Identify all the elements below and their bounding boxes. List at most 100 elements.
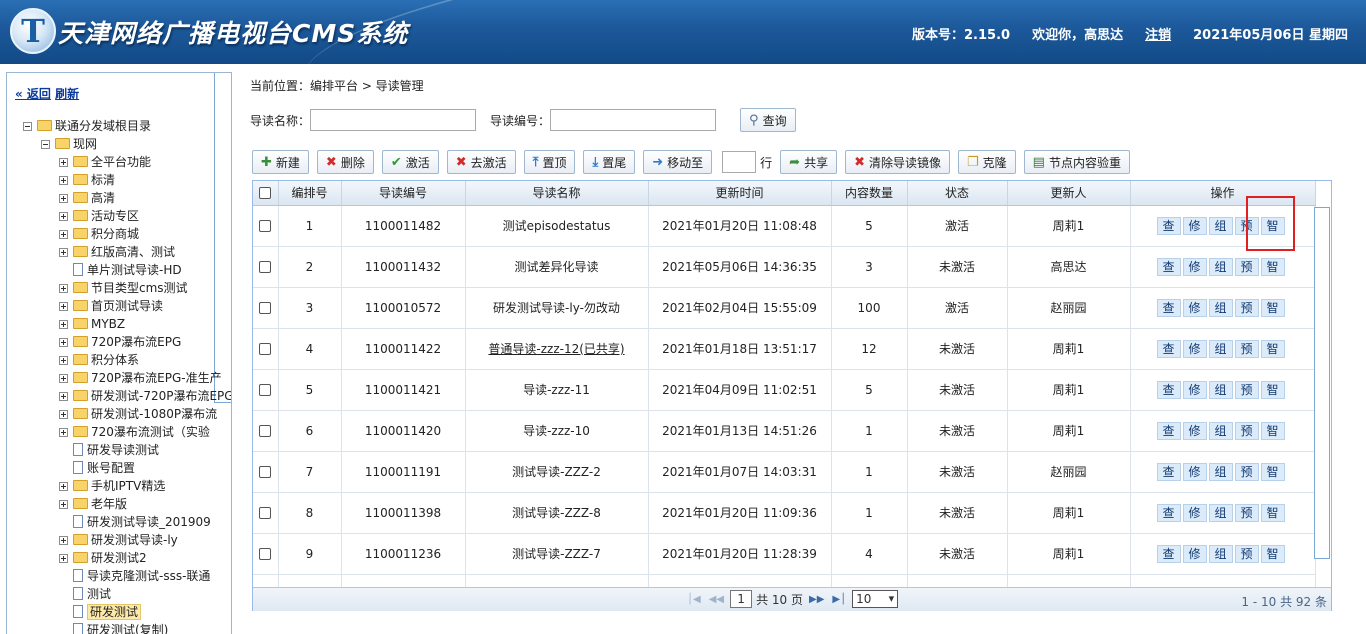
collapse-icon[interactable]	[41, 140, 50, 149]
last-page-icon[interactable]: ▶│	[832, 594, 846, 605]
tree-node[interactable]: 研发测试导读-ly	[59, 531, 178, 549]
row-checkbox[interactable]	[259, 466, 272, 478]
row-checkbox[interactable]	[259, 384, 272, 396]
tree-node[interactable]: 720P瀑布流EPG-准生产	[59, 369, 222, 387]
guide-name-cell-text[interactable]: 普通导读-zzz-12(已共享)	[488, 342, 624, 356]
tree-node[interactable]: 高清	[59, 189, 115, 207]
expand-icon[interactable]	[59, 230, 68, 239]
expand-icon[interactable]	[59, 248, 68, 257]
tree-node[interactable]: 研发测试导读_201909	[59, 513, 211, 531]
view-button[interactable]: 查	[1156, 544, 1181, 563]
expand-icon[interactable]	[59, 428, 68, 437]
row-select-cell[interactable]	[253, 205, 279, 247]
column-header[interactable]: 编排号	[278, 181, 342, 206]
preview-button[interactable]: 预	[1234, 421, 1259, 440]
view-button[interactable]: 查	[1156, 257, 1181, 276]
tree-node[interactable]: 研发测试-1080P瀑布流	[59, 405, 217, 423]
tree-node[interactable]: 720瀑布流测试（实验	[59, 423, 210, 441]
table-row[interactable]: 2 1100011432 测试差异化导读 2021年05月06日 14:36:35 3 未…	[253, 246, 1316, 288]
share-button[interactable]: ➦ 共享	[780, 150, 838, 174]
row-checkbox[interactable]	[259, 343, 272, 355]
code-search-input[interactable]	[550, 109, 717, 131]
expand-icon[interactable]	[59, 500, 68, 509]
row-select-cell[interactable]	[253, 410, 279, 452]
expand-icon[interactable]	[59, 482, 68, 491]
tree-node[interactable]: 720P瀑布流EPG	[59, 333, 181, 351]
table-row[interactable]: 7 1100011191 测试导读-ZZZ-2 2021年01月07日 14:03:3…	[253, 451, 1316, 493]
preview-button[interactable]: 预	[1234, 380, 1259, 399]
column-header[interactable]: 导读名称	[465, 181, 649, 206]
first-page-icon[interactable]: │◀	[687, 594, 701, 605]
table-row[interactable]: 4 1100011422 普通导读-zzz-12(已共享) 2021年01月18日 1…	[253, 328, 1316, 370]
expand-icon[interactable]	[59, 158, 68, 167]
clone-button[interactable]: ❐ 克隆	[958, 150, 1016, 174]
delete-button[interactable]: ✖ 删除	[316, 150, 374, 174]
tree-node[interactable]: 全平台功能	[59, 153, 151, 171]
column-header[interactable]: 导读编号	[341, 181, 466, 206]
smart-button[interactable]: 智	[1260, 421, 1285, 440]
tree-node[interactable]: 测试	[59, 585, 111, 603]
tree-node[interactable]: 积分商城	[59, 225, 139, 243]
select-all-checkbox[interactable]	[259, 187, 272, 200]
preview-button[interactable]: 预	[1234, 503, 1259, 522]
table-row[interactable]: 8 1100011398 测试导读-ZZZ-8 2021年01月20日 11:09:3…	[253, 492, 1316, 534]
view-button[interactable]: 查	[1156, 339, 1181, 358]
edit-button[interactable]: 修	[1182, 462, 1207, 481]
view-button[interactable]: 查	[1156, 298, 1181, 317]
group-button[interactable]: 组	[1208, 339, 1233, 358]
tree-node[interactable]: 账号配置	[59, 459, 135, 477]
column-header[interactable]: 更新时间	[648, 181, 832, 206]
edit-button[interactable]: 修	[1182, 257, 1207, 276]
view-button[interactable]: 查	[1156, 503, 1181, 522]
expand-icon[interactable]	[59, 392, 68, 401]
prev-page-icon[interactable]: ◀◀	[709, 594, 724, 605]
expand-icon[interactable]	[59, 302, 68, 311]
page-size-select[interactable]: 10	[852, 590, 899, 608]
tree-node[interactable]: 标清	[59, 171, 115, 189]
expand-icon[interactable]	[59, 374, 68, 383]
view-button[interactable]: 查	[1156, 216, 1181, 235]
expand-icon[interactable]	[59, 284, 68, 293]
group-button[interactable]: 组	[1208, 298, 1233, 317]
smart-button[interactable]: 智	[1260, 503, 1285, 522]
smart-button[interactable]: 智	[1260, 462, 1285, 481]
tree-node[interactable]: 研发测试-720P瀑布流EPG	[59, 387, 231, 405]
column-header[interactable]: 内容数量	[831, 181, 908, 206]
verify-button[interactable]: ▤ 节点内容验重	[1023, 150, 1130, 174]
smart-button[interactable]: 智	[1260, 257, 1285, 276]
move-row-input[interactable]	[722, 151, 757, 173]
preview-button[interactable]: 预	[1234, 298, 1259, 317]
smart-button[interactable]: 智	[1260, 544, 1285, 563]
tree-node[interactable]: 老年版	[59, 495, 127, 513]
expand-icon[interactable]	[59, 212, 68, 221]
tree-node[interactable]: 研发测试	[59, 603, 142, 621]
expand-icon[interactable]	[59, 194, 68, 203]
view-button[interactable]: 查	[1156, 462, 1181, 481]
column-header[interactable]: 状态	[907, 181, 1008, 206]
expand-icon[interactable]	[59, 554, 68, 563]
to-top-button[interactable]: ⤒ 置顶	[523, 150, 576, 174]
deactivate-button[interactable]: ✖ 去激活	[446, 150, 516, 174]
expand-icon[interactable]	[59, 356, 68, 365]
view-button[interactable]: 查	[1156, 380, 1181, 399]
collapse-icon[interactable]	[23, 122, 32, 131]
tree-node[interactable]: 活动专区	[59, 207, 139, 225]
table-row[interactable]: 3 1100010572 研发测试导读-ly-勿改动 2021年02月04日 15:5…	[253, 287, 1316, 329]
tree-scrollbar[interactable]	[214, 73, 231, 403]
group-button[interactable]: 组	[1208, 216, 1233, 235]
preview-button[interactable]: 预	[1234, 462, 1259, 481]
expand-icon[interactable]	[59, 176, 68, 185]
row-checkbox[interactable]	[259, 220, 272, 232]
table-row[interactable]: 5 1100011421 导读-zzz-11 2021年04月09日 11:02:51…	[253, 369, 1316, 411]
tree-node[interactable]: 研发导读测试	[59, 441, 159, 459]
tree-node[interactable]: 积分体系	[59, 351, 139, 369]
next-page-icon[interactable]: ▶▶	[809, 594, 824, 605]
tree-node[interactable]: 单片测试导读-HD	[59, 261, 182, 279]
edit-button[interactable]: 修	[1182, 216, 1207, 235]
view-button[interactable]: 查	[1156, 421, 1181, 440]
table-row[interactable]: 6 1100011420 导读-zzz-10 2021年01月13日 14:51:26…	[253, 410, 1316, 452]
tree-node[interactable]: 手机IPTV精选	[59, 477, 165, 495]
page-number-input[interactable]: 1	[730, 590, 753, 608]
group-button[interactable]: 组	[1208, 421, 1233, 440]
to-bottom-button[interactable]: ⤓ 置尾	[583, 150, 636, 174]
